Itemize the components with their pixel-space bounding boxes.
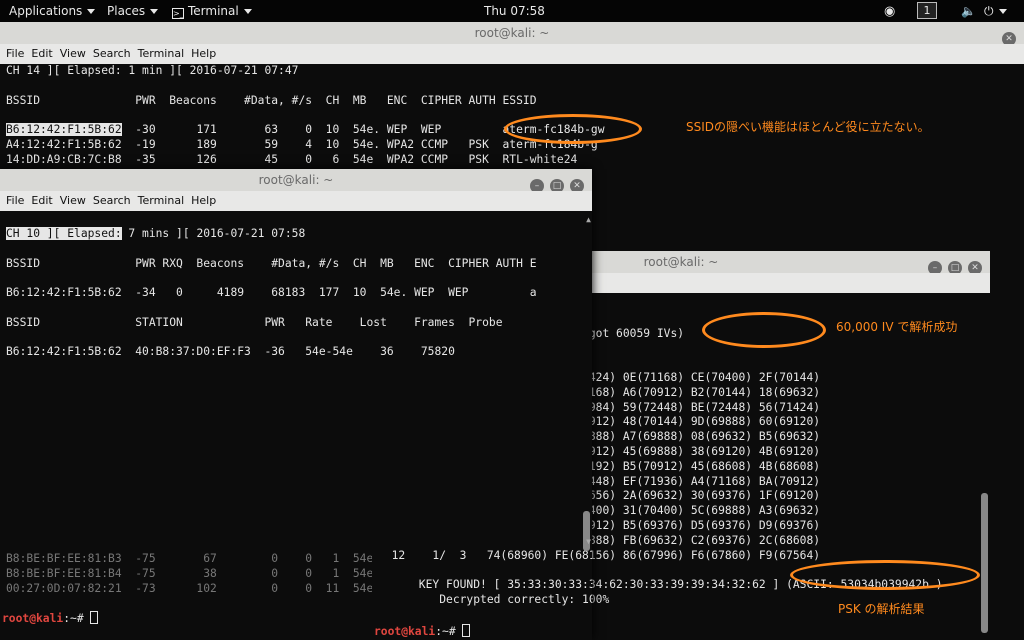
terminal-app-menu[interactable]: >_ Terminal (172, 4, 252, 19)
menu-search[interactable]: Search (93, 194, 131, 207)
terminal-line: CH 10 ][ Elapsed: 7 mins ][ 2016-07-21 0… (6, 227, 306, 240)
shell-prompt-left[interactable]: root@kali:~# (2, 611, 99, 625)
menu-terminal[interactable]: Terminal (138, 194, 185, 207)
window-title: root@kali: ~ (258, 173, 334, 187)
menu-file[interactable]: File (6, 47, 24, 60)
ssid-annotation: SSIDの隠ぺい機能はほとんど役に立たない。 (686, 120, 930, 134)
scrollbar[interactable] (981, 493, 988, 633)
menu-file[interactable]: File (6, 194, 24, 207)
text-cursor (90, 611, 99, 624)
terminal-window-airodump-target[interactable]: root@kali: ~ – □ ✕ File Edit View Search Termi… (0, 169, 592, 640)
workspace-indicator[interactable]: 1 (917, 2, 937, 19)
terminal-line: 14:DD:A9:CB:7C:B8 -35 126 45 0 6 54e WPA… (6, 152, 578, 166)
chevron-down-icon (87, 9, 96, 14)
menu-edit[interactable]: Edit (31, 47, 52, 60)
applications-menu[interactable]: Applications (9, 4, 96, 18)
menu-terminal[interactable]: Terminal (138, 47, 185, 60)
terminal-menubar: File Edit View Search Terminal Help (0, 44, 1024, 64)
terminal-output[interactable]: ▲ ▼ CH 10 ][ Elapsed: 7 mins ][ 2016-07-… (0, 211, 592, 551)
window-titlebar[interactable]: root@kali: ~ – □ ✕ (0, 169, 592, 193)
places-menu[interactable]: Places (107, 4, 159, 18)
psk-highlight-ellipse (790, 560, 980, 590)
terminal-line: A4:12:42:F1:5B:62 -19 189 59 4 10 54e. W… (6, 138, 598, 151)
power-icon[interactable]: ⏻ (984, 4, 1007, 19)
essid-highlight-ellipse (504, 114, 642, 144)
iv-annotation: 60,000 IV で解析成功 (836, 320, 958, 334)
menu-view[interactable]: View (60, 47, 86, 60)
window-title: root@kali: ~ (474, 26, 550, 40)
scroll-up-icon[interactable]: ▲ (586, 213, 591, 226)
iv-highlight-ellipse (702, 312, 826, 348)
menu-edit[interactable]: Edit (31, 194, 52, 207)
terminal-line: B6:12:42:F1:5B:62 -34 0 4189 68183 177 1… (6, 286, 537, 300)
terminal-line: CH 14 ][ Elapsed: 1 min ][ 2016-07-21 07… (6, 64, 299, 77)
terminal-menubar: File Edit View Search Terminal Help (0, 191, 592, 211)
menu-search[interactable]: Search (93, 47, 131, 60)
menu-help[interactable]: Help (191, 194, 216, 207)
chevron-down-icon (998, 9, 1007, 14)
psk-annotation: PSK の解析結果 (838, 602, 925, 616)
terminal-line: BSSID PWR Beacons #Data, #/s CH MB ENC C… (6, 93, 537, 107)
terminal-icon: >_ (172, 8, 184, 19)
clock[interactable]: Thu 07:58 (484, 4, 545, 18)
chevron-down-icon (243, 9, 252, 14)
scroll-down-icon[interactable]: ▼ (586, 535, 591, 548)
terminal-line: BSSID STATION PWR Rate Lost Frames Probe (6, 315, 503, 329)
volume-icon[interactable]: 🔈 (961, 4, 976, 18)
menu-view[interactable]: View (60, 194, 86, 207)
window-titlebar[interactable]: root@kali: ~ ✕ (0, 22, 1024, 46)
chevron-down-icon (150, 9, 159, 14)
window-title: root@kali: ~ (643, 255, 719, 269)
text-cursor (462, 624, 471, 637)
shell-prompt-right[interactable]: root@kali:~# (374, 624, 471, 638)
terminal-line: BSSID PWR RXQ Beacons #Data, #/s CH MB E… (6, 256, 537, 270)
menu-help[interactable]: Help (191, 47, 216, 60)
top-panel: Applications Places >_ Terminal Thu 07:58… (0, 0, 1024, 22)
camera-icon[interactable]: ◉ (884, 4, 895, 19)
terminal-line: B6:12:42:F1:5B:62 40:B8:37:D0:EF:F3 -36 … (6, 345, 455, 359)
